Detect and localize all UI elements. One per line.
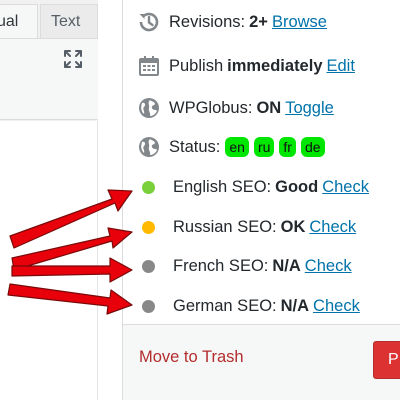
- globe-icon: [139, 98, 159, 118]
- seo-row-french: French SEO: N/A Check: [123, 252, 400, 280]
- seo-row-english: English SEO: Good Check: [123, 173, 400, 201]
- revisions-row: Revisions: 2+ Browse: [123, 8, 400, 36]
- publish-value: immediately: [227, 56, 323, 75]
- revisions-icon: [139, 12, 159, 32]
- publish-button[interactable]: P: [373, 341, 400, 379]
- seo-row-russian: Russian SEO: OK Check: [123, 213, 400, 241]
- seo-status-dot-gray: [142, 299, 155, 313]
- tab-text[interactable]: Text: [40, 4, 98, 38]
- calendar-icon: [139, 56, 159, 76]
- tab-visual[interactable]: sual: [0, 4, 38, 38]
- seo-status-dot-green: [142, 180, 155, 194]
- language-badge-en[interactable]: en: [225, 137, 249, 157]
- revisions-label: Revisions:: [169, 12, 246, 31]
- seo-value: N/A: [280, 296, 310, 315]
- globe-icon: [139, 137, 159, 157]
- edit-publish-date-link[interactable]: Edit: [327, 57, 355, 76]
- seo-label: English SEO:: [173, 177, 272, 196]
- publish-metabox: Revisions: 2+ Browse Publish immediately…: [122, 0, 400, 400]
- expand-icon[interactable]: [62, 48, 84, 70]
- language-badge-fr[interactable]: fr: [279, 137, 296, 157]
- publish-actions: Move to Trash P: [123, 324, 400, 400]
- browse-revisions-link[interactable]: Browse: [272, 13, 327, 32]
- seo-label: Russian SEO:: [173, 217, 277, 236]
- editor-tabbar: sual Text: [0, 0, 98, 38]
- wpglobus-label: WPGlobus:: [169, 98, 253, 117]
- move-to-trash-link[interactable]: Move to Trash: [139, 348, 244, 367]
- seo-label: German SEO:: [173, 296, 277, 315]
- seo-value: OK: [280, 217, 306, 236]
- publish-label: Publish: [169, 56, 224, 75]
- seo-status-dot-orange: [142, 220, 155, 234]
- check-seo-link[interactable]: Check: [305, 257, 352, 276]
- language-badge-ru[interactable]: ru: [253, 137, 275, 157]
- revisions-value: 2+: [249, 12, 268, 31]
- check-seo-link[interactable]: Check: [309, 218, 356, 237]
- seo-status-dot-gray: [142, 259, 155, 273]
- toggle-wpglobus-link[interactable]: Toggle: [285, 99, 334, 118]
- seo-label: French SEO:: [173, 256, 269, 275]
- seo-value: Good: [275, 177, 319, 196]
- check-seo-link[interactable]: Check: [313, 297, 360, 316]
- check-seo-link[interactable]: Check: [322, 178, 369, 197]
- language-badge-de[interactable]: de: [300, 137, 325, 157]
- publish-schedule-row: Publish immediately Edit: [123, 52, 400, 80]
- wpglobus-row: WPGlobus: ON Toggle: [123, 94, 400, 122]
- wpglobus-value: ON: [256, 98, 282, 117]
- status-label: Status:: [169, 137, 221, 156]
- seo-value: N/A: [272, 256, 301, 275]
- editor-content-area[interactable]: [0, 121, 98, 400]
- status-row: Status: en ru fr de: [123, 133, 400, 161]
- seo-row-german: German SEO: N/A Check: [123, 292, 400, 320]
- editor-panel: sual Text: [0, 0, 98, 400]
